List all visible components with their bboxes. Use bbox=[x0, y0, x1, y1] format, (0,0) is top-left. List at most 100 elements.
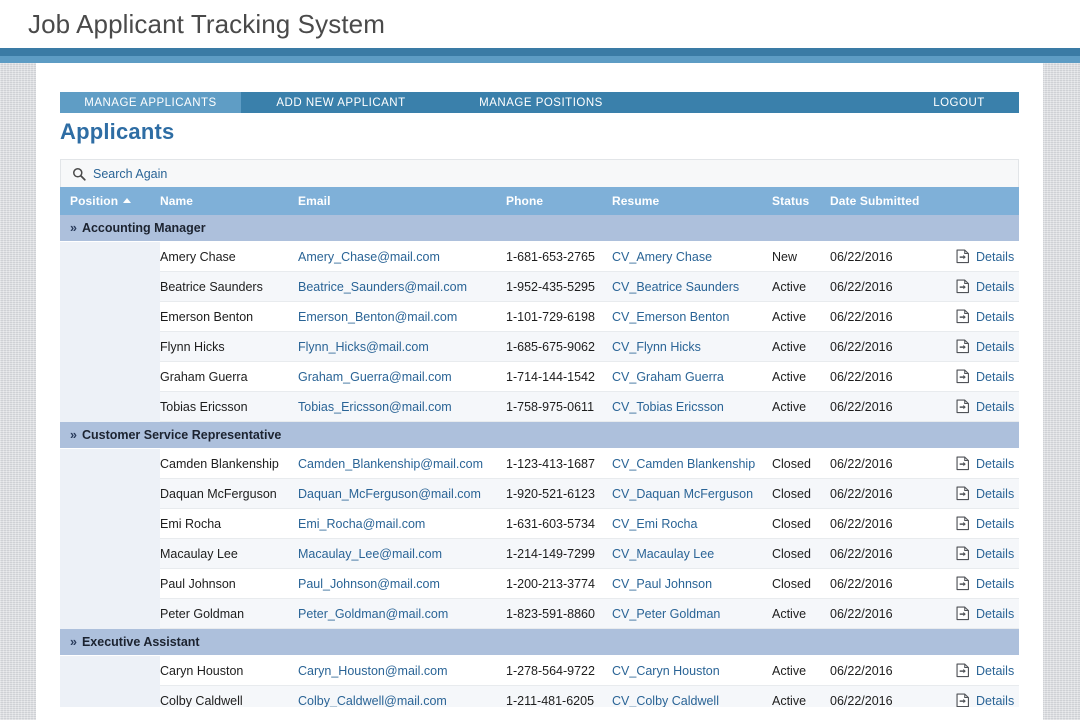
details-button[interactable]: Details bbox=[956, 309, 1019, 324]
cell-status-value: Active bbox=[772, 663, 807, 678]
details-button[interactable]: Details bbox=[956, 249, 1019, 264]
table-row: Caryn Houston Caryn_Houston@mail.com 1-278… bbox=[60, 655, 1019, 686]
email-link[interactable]: Emerson_Benton@mail.com bbox=[298, 310, 457, 324]
cell-phone: 1-214-149-7299 bbox=[506, 538, 612, 569]
resume-link[interactable]: CV_Daquan McFerguson bbox=[612, 487, 753, 501]
cell-position bbox=[60, 685, 160, 707]
cell-resume: CV_Colby Caldwell bbox=[612, 685, 772, 708]
column-header-resume[interactable]: Resume bbox=[612, 187, 772, 215]
email-link[interactable]: Tobias_Ericsson@mail.com bbox=[298, 400, 452, 414]
resume-link[interactable]: CV_Paul Johnson bbox=[612, 577, 712, 591]
nav-item-add-new-applicant[interactable]: ADD NEW APPLICANT bbox=[241, 92, 441, 113]
resume-link[interactable]: CV_Caryn Houston bbox=[612, 664, 720, 678]
email-link[interactable]: Macaulay_Lee@mail.com bbox=[298, 547, 442, 561]
email-link[interactable]: Caryn_Houston@mail.com bbox=[298, 664, 448, 678]
cell-phone-value: 1-758-975-0611 bbox=[506, 399, 595, 414]
resume-link[interactable]: CV_Peter Goldman bbox=[612, 607, 720, 621]
table-row: Beatrice Saunders Beatrice_Saunders@mail.… bbox=[60, 271, 1019, 302]
email-link[interactable]: Daquan_McFerguson@mail.com bbox=[298, 487, 481, 501]
document-arrow-icon bbox=[956, 516, 969, 531]
nav-label-manage-positions: MANAGE POSITIONS bbox=[479, 96, 603, 109]
cell-phone: 1-123-413-1687 bbox=[506, 448, 612, 479]
resume-link[interactable]: CV_Flynn Hicks bbox=[612, 340, 701, 354]
search-again-bar[interactable]: Search Again bbox=[60, 159, 1019, 187]
cell-position bbox=[60, 271, 160, 302]
resume-link[interactable]: CV_Graham Guerra bbox=[612, 370, 724, 384]
resume-link[interactable]: CV_Macaulay Lee bbox=[612, 547, 714, 561]
table-row: Flynn Hicks Flynn_Hicks@mail.com 1-685-675… bbox=[60, 331, 1019, 362]
cell-details: Details bbox=[956, 538, 1019, 569]
cell-phone-value: 1-681-653-2765 bbox=[506, 249, 595, 264]
column-label-phone: Phone bbox=[506, 194, 544, 208]
table-row: Graham Guerra Graham_Guerra@mail.com 1-714… bbox=[60, 361, 1019, 392]
email-link[interactable]: Paul_Johnson@mail.com bbox=[298, 577, 440, 591]
document-arrow-icon bbox=[956, 279, 969, 294]
cell-name: Colby Caldwell bbox=[160, 685, 298, 707]
email-link[interactable]: Amery_Chase@mail.com bbox=[298, 250, 440, 264]
resume-link[interactable]: CV_Camden Blankenship bbox=[612, 457, 755, 471]
resume-link[interactable]: CV_Colby Caldwell bbox=[612, 694, 719, 708]
email-link[interactable]: Camden_Blankenship@mail.com bbox=[298, 457, 483, 471]
details-label: Details bbox=[976, 606, 1015, 621]
column-header-date-submitted[interactable]: Date Submitted bbox=[830, 187, 956, 215]
cell-date: 06/22/2016 bbox=[830, 448, 956, 479]
column-header-name[interactable]: Name bbox=[160, 187, 298, 215]
cell-details: Details bbox=[956, 361, 1019, 392]
details-button[interactable]: Details bbox=[956, 663, 1019, 678]
cell-details: Details bbox=[956, 655, 1019, 686]
cell-name: Amery Chase bbox=[160, 241, 298, 272]
details-button[interactable]: Details bbox=[956, 693, 1019, 707]
details-label: Details bbox=[976, 309, 1015, 324]
resume-link[interactable]: CV_Amery Chase bbox=[612, 250, 712, 264]
resume-link[interactable]: CV_Beatrice Saunders bbox=[612, 280, 739, 294]
cell-phone: 1-278-564-9722 bbox=[506, 655, 612, 686]
cell-status: Active bbox=[772, 598, 830, 629]
email-link[interactable]: Emi_Rocha@mail.com bbox=[298, 517, 425, 531]
email-link[interactable]: Flynn_Hicks@mail.com bbox=[298, 340, 429, 354]
cell-date-value: 06/22/2016 bbox=[830, 486, 893, 501]
document-arrow-icon bbox=[956, 606, 969, 621]
details-button[interactable]: Details bbox=[956, 606, 1019, 621]
email-link[interactable]: Colby_Caldwell@mail.com bbox=[298, 694, 447, 708]
column-label-name: Name bbox=[160, 194, 194, 208]
nav-item-manage-applicants[interactable]: MANAGE APPLICANTS bbox=[60, 92, 241, 113]
cell-name: Emerson Benton bbox=[160, 301, 298, 332]
column-header-email[interactable]: Email bbox=[298, 187, 506, 215]
details-button[interactable]: Details bbox=[956, 546, 1019, 561]
resume-link[interactable]: CV_Emi Rocha bbox=[612, 517, 697, 531]
cell-phone-value: 1-278-564-9722 bbox=[506, 663, 595, 678]
details-button[interactable]: Details bbox=[956, 279, 1019, 294]
cell-phone-value: 1-123-413-1687 bbox=[506, 456, 595, 471]
details-button[interactable]: Details bbox=[956, 369, 1019, 384]
section-heading: Applicants bbox=[60, 119, 175, 144]
email-link[interactable]: Beatrice_Saunders@mail.com bbox=[298, 280, 467, 294]
details-button[interactable]: Details bbox=[956, 399, 1019, 414]
details-button[interactable]: Details bbox=[956, 339, 1019, 354]
nav-item-manage-positions[interactable]: MANAGE POSITIONS bbox=[441, 92, 641, 113]
column-header-position[interactable]: Position bbox=[60, 187, 160, 215]
position-group-header[interactable]: » Executive Assistant bbox=[60, 628, 1019, 656]
details-button[interactable]: Details bbox=[956, 516, 1019, 531]
resume-link[interactable]: CV_Emerson Benton bbox=[612, 310, 729, 324]
resume-link[interactable]: CV_Tobias Ericsson bbox=[612, 400, 724, 414]
column-header-phone[interactable]: Phone bbox=[506, 187, 612, 215]
nav-item-logout[interactable]: LOGOUT bbox=[899, 92, 1019, 113]
document-arrow-icon bbox=[956, 546, 969, 561]
cell-resume: CV_Peter Goldman bbox=[612, 598, 772, 629]
email-link[interactable]: Peter_Goldman@mail.com bbox=[298, 607, 448, 621]
cell-status-value: Closed bbox=[772, 486, 811, 501]
position-group-header[interactable]: » Accounting Manager bbox=[60, 215, 1019, 242]
details-button[interactable]: Details bbox=[956, 576, 1019, 591]
cell-details: Details bbox=[956, 568, 1019, 599]
cell-phone-value: 1-685-675-9062 bbox=[506, 339, 595, 354]
position-group-header[interactable]: » Customer Service Representative bbox=[60, 421, 1019, 449]
details-button[interactable]: Details bbox=[956, 456, 1019, 471]
search-again-link[interactable]: Search Again bbox=[93, 167, 167, 181]
column-header-status[interactable]: Status bbox=[772, 187, 830, 215]
cell-phone: 1-681-653-2765 bbox=[506, 241, 612, 272]
email-link[interactable]: Graham_Guerra@mail.com bbox=[298, 370, 452, 384]
nav-label-manage-applicants: MANAGE APPLICANTS bbox=[84, 96, 217, 109]
cell-status-value: Active bbox=[772, 309, 807, 324]
details-button[interactable]: Details bbox=[956, 486, 1019, 501]
cell-date: 06/22/2016 bbox=[830, 538, 956, 569]
